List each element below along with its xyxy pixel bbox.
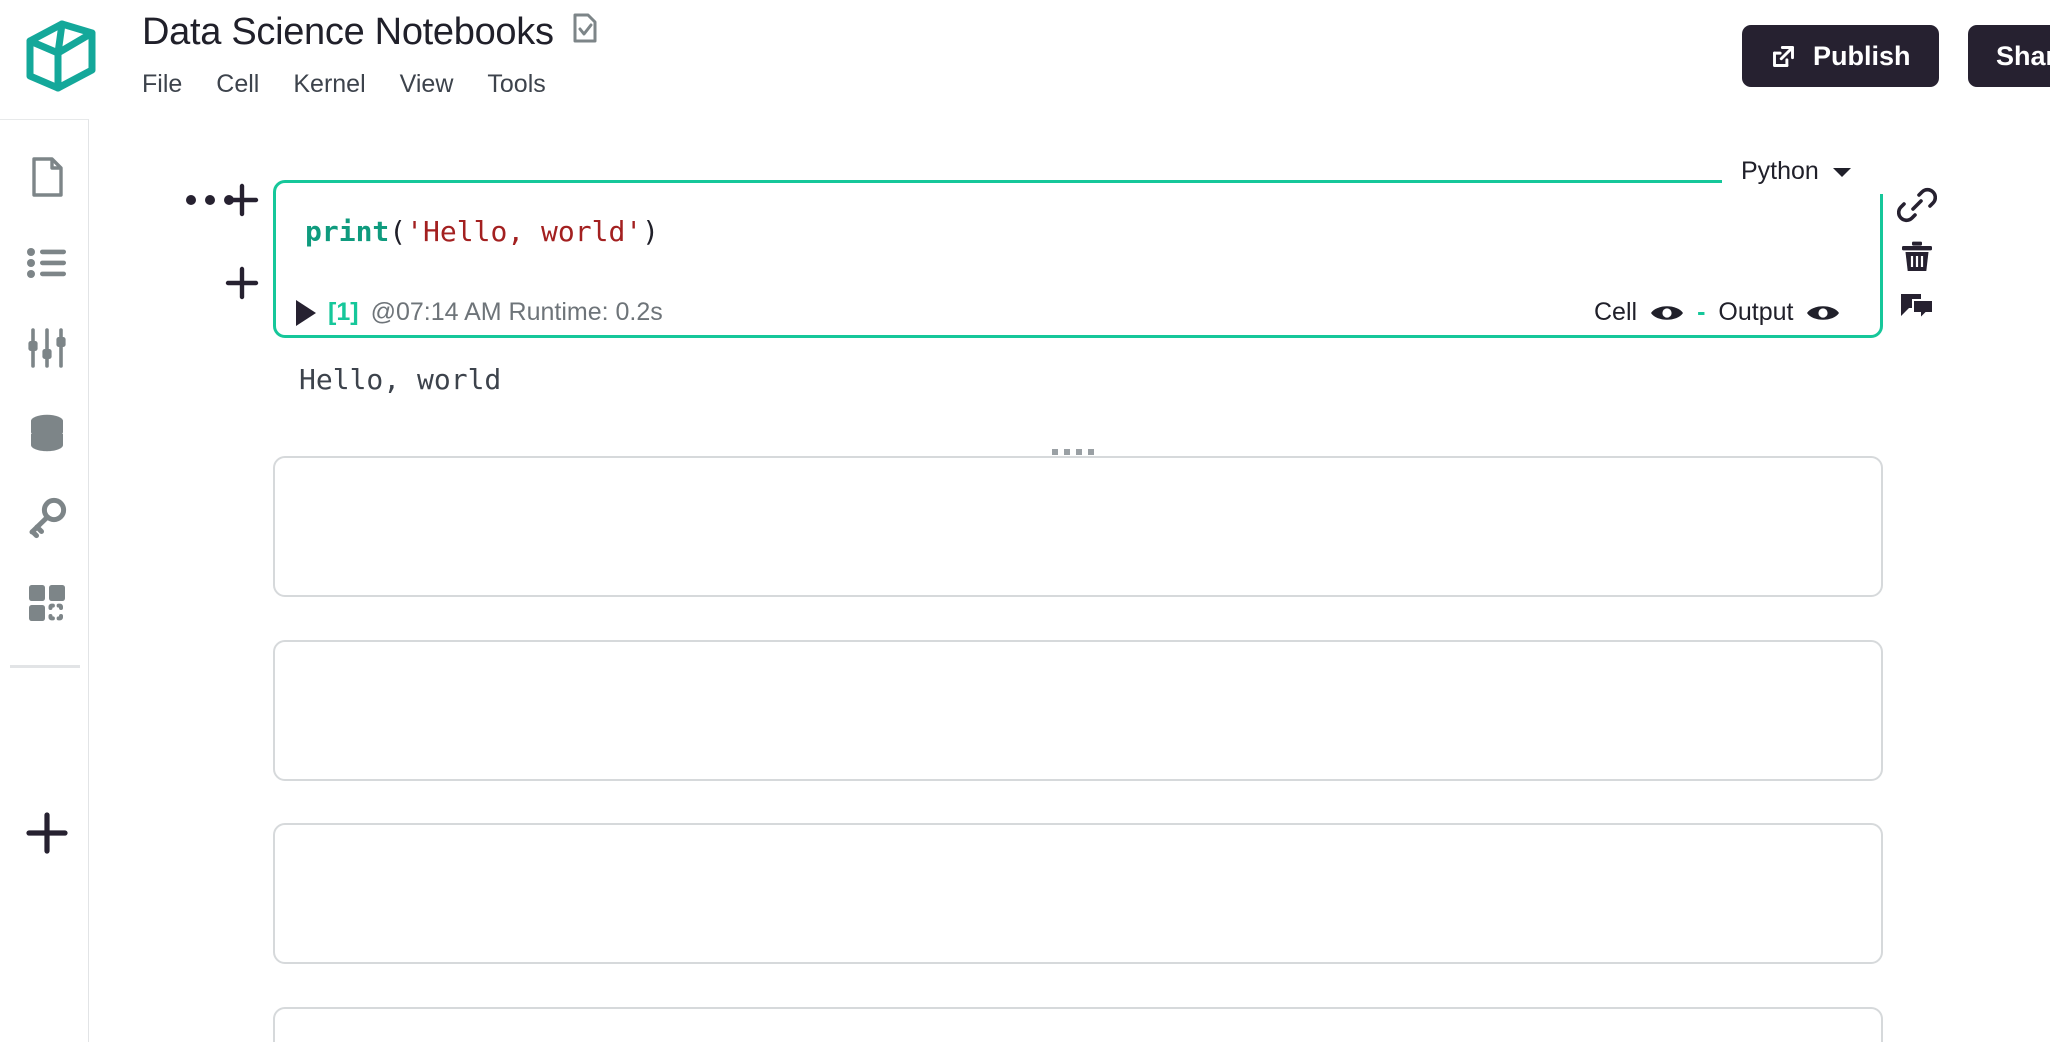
- document-check-icon: [572, 13, 598, 48]
- empty-cell[interactable]: [273, 456, 1883, 597]
- cell-visibility-toggles: Cell - Output: [1590, 298, 1844, 327]
- sidebar-item-variables[interactable]: [26, 327, 68, 369]
- external-link-icon: [1770, 43, 1797, 70]
- menu-item-tools[interactable]: Tools: [487, 68, 545, 100]
- code-token-string: 'Hello, world': [406, 215, 642, 248]
- cell-run-meta: @07:14 AM Runtime: 0.2s: [371, 298, 663, 327]
- add-cell-below-button[interactable]: [225, 266, 259, 300]
- menu-item-view[interactable]: View: [400, 68, 454, 100]
- sidebar-divider: [10, 665, 80, 668]
- code-token-function: print: [305, 215, 389, 248]
- publish-button-label: Publish: [1813, 41, 1911, 72]
- empty-cell[interactable]: [273, 1007, 1883, 1042]
- code-editor-line[interactable]: print('Hello, world'): [305, 212, 659, 252]
- code-token-open-paren: (: [389, 215, 406, 248]
- eye-icon[interactable]: [1806, 303, 1840, 323]
- cell-output-text: Hello, world: [299, 363, 501, 396]
- share-button-label: Share: [1996, 41, 2050, 72]
- menu-item-cell[interactable]: Cell: [216, 68, 259, 100]
- menu-item-file[interactable]: File: [142, 68, 182, 100]
- execution-count: [1]: [328, 298, 359, 327]
- menu-bar: File Cell Kernel View Tools: [142, 68, 546, 100]
- toggle-separator: -: [1697, 298, 1705, 327]
- left-sidebar: [0, 119, 89, 1042]
- trash-icon[interactable]: [1897, 236, 1937, 276]
- cell-language-select[interactable]: Python: [1735, 157, 1859, 186]
- cell-language-label: Python: [1741, 157, 1819, 186]
- page-title[interactable]: Data Science Notebooks: [142, 8, 554, 56]
- output-toggle-label: Output: [1718, 298, 1793, 327]
- cell-toggle-label: Cell: [1594, 298, 1637, 327]
- empty-cell[interactable]: [273, 640, 1883, 781]
- notebook-app: Data Science Notebooks File Cell Kernel …: [0, 0, 2050, 1042]
- link-icon[interactable]: [1897, 185, 1937, 225]
- chevron-down-icon: [1831, 165, 1853, 179]
- sidebar-item-secrets[interactable]: [26, 497, 68, 539]
- sidebar-item-apps[interactable]: [26, 582, 68, 624]
- eye-icon[interactable]: [1650, 303, 1684, 323]
- run-cell-button[interactable]: [296, 300, 316, 326]
- sidebar-item-file[interactable]: [26, 156, 68, 198]
- sidebar-item-outline[interactable]: [26, 242, 68, 284]
- sidebar-item-data-sources[interactable]: [26, 412, 68, 454]
- cell-status-bar: [1] @07:14 AM Runtime: 0.2s: [292, 298, 667, 327]
- code-token-close-paren: ): [642, 215, 659, 248]
- title-block: Data Science Notebooks: [142, 8, 598, 56]
- notebook-logo-icon[interactable]: [22, 14, 100, 94]
- app-header: Data Science Notebooks File Cell Kernel …: [0, 0, 2050, 119]
- sidebar-add-button[interactable]: [24, 810, 70, 856]
- menu-item-kernel[interactable]: Kernel: [293, 68, 365, 100]
- publish-button[interactable]: Publish: [1742, 25, 1939, 87]
- share-button[interactable]: Share: [1968, 25, 2050, 87]
- empty-cell[interactable]: [273, 823, 1883, 964]
- comment-icon[interactable]: [1897, 286, 1937, 326]
- add-cell-above-button[interactable]: [225, 183, 259, 217]
